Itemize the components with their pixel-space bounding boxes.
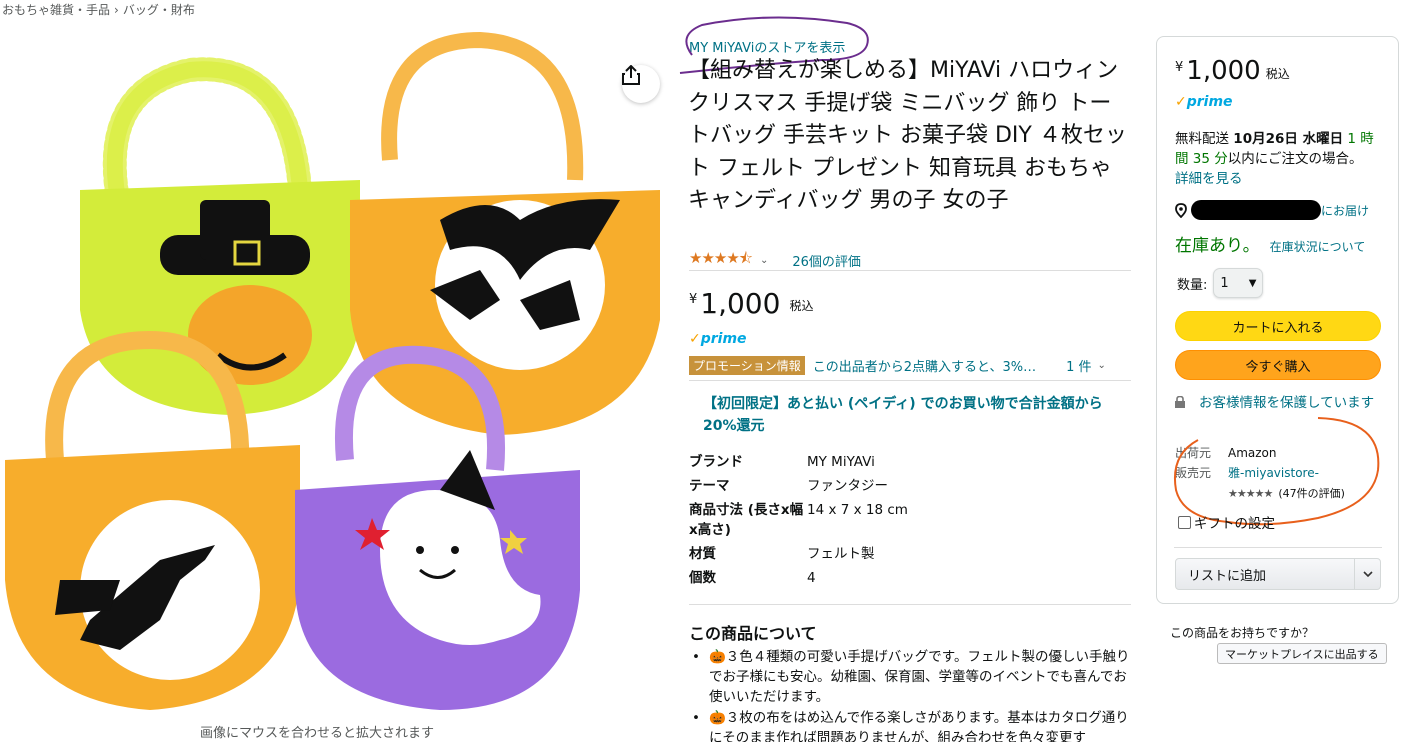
delivery-details-link[interactable]: 詳細を見る [1175,171,1243,187]
have-one-text: この商品をお持ちですか？ [1170,626,1315,640]
price-symbol: ¥ [689,292,698,307]
price-symbol: ¥ [1175,60,1184,75]
prime-label: prime [1186,94,1233,110]
spec-value: MY MiYAVi [807,454,875,470]
prime-check-icon: ✓ [1175,94,1187,110]
price-amount: 1,000 [1186,56,1261,86]
promotion-row[interactable]: プロモーション情報 この出品者から2点購入すると、3%… 1 件 ⌄ [689,356,1106,375]
image-zoom-hint: 画像にマウスを合わせると拡大されます [200,726,435,741]
spec-row: 個数 4 [689,566,908,590]
add-to-cart-button[interactable]: カートに入れる [1175,311,1381,341]
orange-bat-bag-illustration [350,31,660,435]
quantity-row: 数量: 1 ▼ [1177,268,1264,298]
share-button[interactable] [622,65,660,103]
gift-label: ギフトの設定 [1194,516,1275,532]
spec-key: 個数 [689,570,716,586]
promotion-count[interactable]: 1 件 [1066,356,1091,375]
breadcrumb-separator: › [114,3,119,17]
spec-row: ブランド MY MiYAVi [689,450,908,474]
spec-row: テーマ ファンタジー [689,474,908,498]
feature-bullets: 🎃３色４種類の可愛い手提げバッグです。フェルト製の優しい手触りでお子様にも安心。… [689,647,1131,742]
breadcrumb-item[interactable]: バッグ・財布 [123,3,195,17]
chevron-down-icon[interactable]: ⌄ [1098,360,1106,371]
tax-label: 税込 [1265,67,1290,81]
buy-now-button[interactable]: 今すぐ購入 [1175,350,1381,380]
add-to-list-button[interactable]: リストに追加 [1175,558,1381,590]
delivery-info: 無料配送 10月26日 水曜日 1 時間 35 分以内にご注文の場合。 詳細を見… [1175,129,1385,189]
product-image-illustration [5,31,660,710]
stock-status-link[interactable]: 在庫状況について [1270,238,1366,255]
add-to-list-label: リストに追加 [1188,568,1267,584]
share-icon [622,65,640,85]
spec-row: 材質 フェルト製 [689,542,908,566]
divider [689,604,1131,605]
promotion-badge: プロモーション情報 [689,356,805,375]
spec-key: テーマ [689,478,730,494]
spec-key: 商品寸法 (長さx幅x高さ) [689,502,804,538]
gift-checkbox[interactable] [1178,515,1191,529]
prime-label: prime [700,331,747,347]
gift-option[interactable]: ギフトの設定 [1178,512,1275,532]
prime-check-icon: ✓ [689,331,701,347]
spec-value: 4 [807,570,816,586]
breadcrumb: おもちゃ雑貨・手品 › バッグ・財布 [2,1,195,18]
chevron-down-icon[interactable] [1354,559,1380,589]
list-item: 🎃３色４種類の可愛い手提げバッグです。フェルト製の優しい手触りでお子様にも安心。… [689,647,1131,707]
prime-logo: ✓prime [689,331,747,347]
lock-icon [1175,394,1185,408]
prime-logo: ✓prime [1175,94,1233,110]
sell-on-marketplace-button[interactable]: マーケットプレイスに出品する [1217,643,1387,664]
delivery-prefix: 無料配送 [1175,131,1234,147]
in-stock-label: 在庫あり。 [1175,236,1260,256]
quantity-value: 1 [1220,275,1229,291]
spec-value: 14 x 7 x 18 cm [807,502,908,518]
spec-row: 商品寸法 (長さx幅x高さ) 14 x 7 x 18 cm [689,498,908,542]
price: ¥ 1,000 税込 [689,287,813,320]
spec-key: 材質 [689,546,716,562]
chevron-down-icon: ▼ [1248,277,1257,289]
list-item: 🎃３枚の布をはめ込んで作る楽しさがあります。基本はカタログ通りにそのまま作れば問… [689,708,1131,742]
delivery-date: 10月26日 水曜日 [1233,131,1344,147]
tax-label: 税込 [789,299,814,313]
breadcrumb-item[interactable]: おもちゃ雑貨・手品 [2,3,110,17]
product-image[interactable] [0,20,665,720]
spec-value: フェルト製 [807,546,875,562]
divider [689,380,1131,381]
delivery-suffix: 以内にご注文の場合。 [1227,151,1363,167]
secure-text[interactable]: お客様情報を保護しています [1199,395,1374,411]
price-amount: 1,000 [700,287,781,320]
about-section-title: この商品について [689,624,817,643]
buybox-price: ¥ 1,000 税込 [1175,56,1290,86]
stock-status: 在庫あり。 在庫状況について [1175,231,1365,256]
spec-table: ブランド MY MiYAVi テーマ ファンタジー 商品寸法 (長さx幅x高さ) 14… [689,450,908,590]
promotion-text[interactable]: この出品者から2点購入すると、3%… [813,356,1036,375]
first-time-offer[interactable]: 【初回限定】あと払い (ペイディ) でのお買い物で合計金額から20%還元 [703,393,1113,437]
spec-key: ブランド [689,454,743,470]
spec-value: ファンタジー [807,478,888,494]
product-title: 【組み替えが楽しめる】MiYAVi ハロウィン クリスマス 手提げ袋 ミニバッグ… [688,58,1127,213]
deliver-to-link[interactable]: にお届け [1321,202,1369,219]
divider [1174,547,1382,548]
rating-count-link[interactable]: 26個の評価 [792,251,861,270]
redacted-address [1191,200,1321,220]
chevron-down-icon[interactable]: ⌄ [760,255,768,266]
quantity-label: 数量: [1177,277,1208,293]
location-pin-icon [1175,202,1187,218]
quantity-select[interactable]: 1 ▼ [1213,268,1264,298]
divider [689,270,1131,271]
deliver-to[interactable]: にお届け [1175,200,1369,220]
